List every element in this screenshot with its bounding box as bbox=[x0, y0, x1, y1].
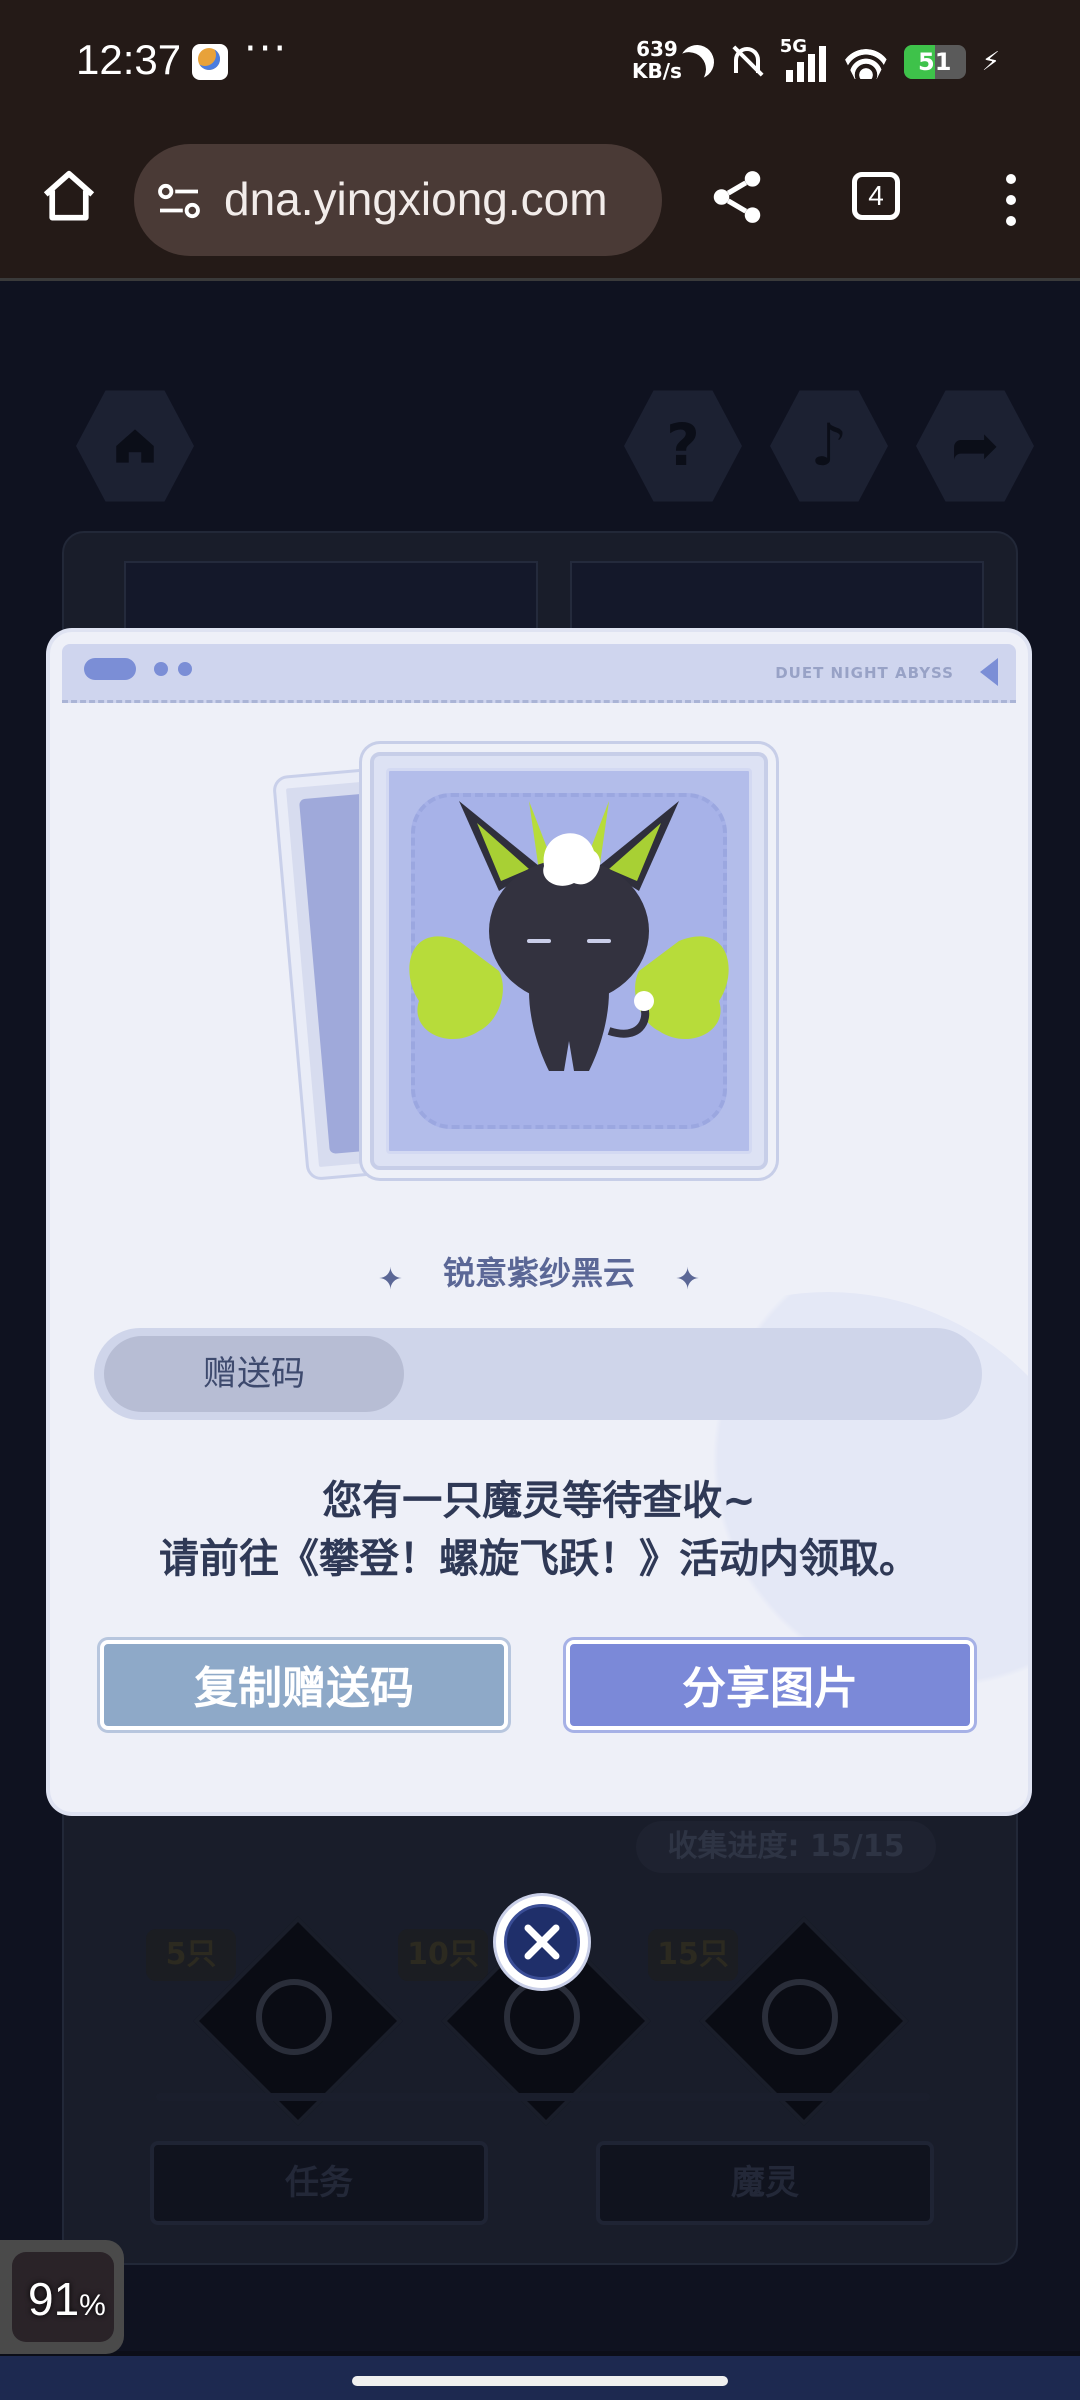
milestone-tag: 10只 bbox=[398, 1929, 488, 1981]
modal-header: DUET NIGHT ABYSS bbox=[62, 644, 1016, 703]
menu-icon[interactable] bbox=[1000, 170, 1024, 230]
close-modal-button[interactable] bbox=[496, 1896, 588, 1988]
header-dot-icon bbox=[178, 662, 192, 676]
status-time: 12:37 bbox=[76, 36, 182, 83]
battery-level: 51 bbox=[918, 48, 952, 76]
check-icon bbox=[504, 1979, 580, 2055]
music-icon: ♪ bbox=[810, 411, 848, 479]
gift-modal: DUET NIGHT ABYSS ✦ 锐意紫纱黑云 ✦ 赠送码 您有一只魔灵等待… bbox=[50, 632, 1028, 1812]
battery-icon: 51 bbox=[903, 45, 966, 79]
browser-toolbar: dna.yingxiong.com 4 bbox=[0, 130, 1080, 280]
pet-card bbox=[370, 752, 768, 1170]
collect-progress: 收集进度: 15/15 bbox=[636, 1821, 936, 1873]
home-hex-icon bbox=[116, 429, 154, 463]
bolt-icon: ⚡ bbox=[981, 47, 1000, 77]
floating-widget[interactable]: 91% bbox=[0, 2240, 124, 2354]
moon-icon bbox=[675, 40, 719, 84]
milestone-tag: 15只 bbox=[648, 1929, 738, 1981]
status-icons: 5G 51 ⚡ bbox=[680, 36, 1000, 84]
more-notifications-icon: ··· bbox=[244, 26, 289, 72]
tabs-icon[interactable]: 4 bbox=[852, 172, 900, 220]
music-hex-button[interactable]: ♪ bbox=[770, 390, 888, 502]
signal-icon: 5G bbox=[780, 36, 828, 82]
help-icon: ? bbox=[666, 411, 700, 479]
pet-name-row: ✦ 锐意紫纱黑云 ✦ bbox=[50, 1248, 1028, 1297]
share-arrow-icon: ➦ bbox=[950, 411, 1000, 479]
header-pill-icon bbox=[84, 658, 136, 680]
header-brand: DUET NIGHT ABYSS bbox=[775, 664, 954, 682]
task-button[interactable]: 任务 bbox=[150, 2141, 488, 2225]
pet-illustration bbox=[409, 801, 729, 1071]
check-icon bbox=[256, 1979, 332, 2055]
sparkle-icon: ✦ bbox=[377, 1262, 403, 1297]
share-hex-button[interactable]: ➦ bbox=[916, 390, 1034, 502]
progress-track bbox=[156, 2093, 930, 2101]
pet-card-stack bbox=[270, 742, 790, 1182]
header-dot-icon bbox=[154, 662, 168, 676]
gift-code-field[interactable]: 赠送码 bbox=[94, 1328, 982, 1420]
share-image-button[interactable]: 分享图片 bbox=[566, 1640, 974, 1730]
wifi-icon bbox=[844, 45, 888, 79]
home-hex-button[interactable] bbox=[76, 390, 194, 502]
net-speed: 639 KB/s bbox=[632, 38, 682, 82]
pet-button[interactable]: 魔灵 bbox=[596, 2141, 934, 2225]
message-line-1: 您有一只魔灵等待查收~ bbox=[322, 1478, 756, 1524]
net-speed-value: 639 bbox=[636, 37, 678, 61]
share-icon[interactable] bbox=[706, 166, 768, 228]
bell-off-icon bbox=[730, 43, 764, 81]
net-speed-unit: KB/s bbox=[632, 59, 682, 83]
status-bar: 12:37 ··· 639 KB/s 5G 51 ⚡ bbox=[0, 0, 1080, 130]
check-icon bbox=[762, 1979, 838, 2055]
navigation-bar bbox=[0, 2356, 1080, 2400]
floating-widget-avatar: 91% bbox=[12, 2252, 114, 2342]
address-bar[interactable]: dna.yingxiong.com bbox=[134, 144, 662, 256]
floating-widget-value: 91% bbox=[28, 2273, 106, 2325]
header-arrow-icon bbox=[980, 658, 998, 686]
network-type: 5G bbox=[779, 36, 808, 57]
gift-code-label: 赠送码 bbox=[104, 1336, 404, 1412]
close-icon bbox=[524, 1924, 560, 1960]
milestone-tag: 5只 bbox=[146, 1929, 236, 1981]
help-hex-button[interactable]: ? bbox=[624, 390, 742, 502]
message-line-2: 请前往《攀登！螺旋飞跃！》活动内领取。 bbox=[159, 1536, 919, 1582]
app-notification-icon bbox=[192, 44, 228, 80]
url-text[interactable]: dna.yingxiong.com bbox=[224, 172, 608, 226]
home-icon[interactable] bbox=[38, 166, 100, 228]
pet-name: 锐意紫纱黑云 bbox=[442, 1254, 635, 1292]
site-settings-icon[interactable] bbox=[156, 182, 202, 220]
home-gesture-handle[interactable] bbox=[352, 2376, 728, 2386]
sparkle-icon: ✦ bbox=[675, 1262, 701, 1297]
copy-code-button[interactable]: 复制赠送码 bbox=[100, 1640, 508, 1730]
